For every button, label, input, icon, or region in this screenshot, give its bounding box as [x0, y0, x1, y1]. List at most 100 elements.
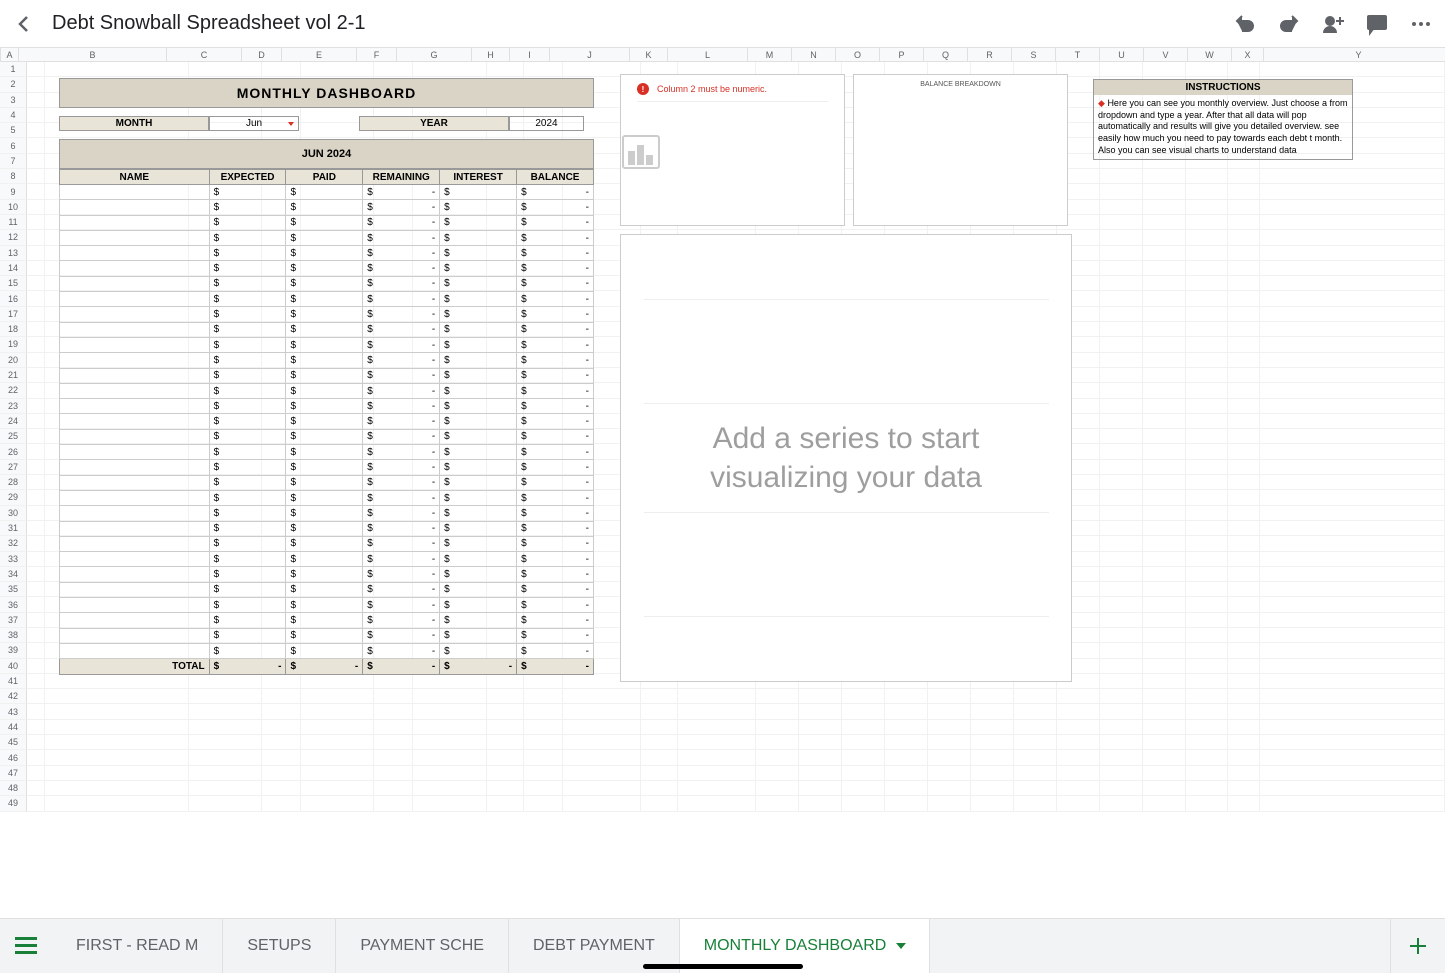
row-header[interactable]: 27 [0, 460, 27, 475]
more-icon[interactable] [1409, 12, 1433, 36]
row-header[interactable]: 17 [0, 307, 27, 322]
back-icon[interactable] [12, 12, 36, 36]
column-header[interactable]: I [510, 48, 550, 61]
row-header[interactable]: 37 [0, 613, 27, 628]
redo-icon[interactable] [1277, 12, 1301, 36]
table-row[interactable]: $$$-$$- [60, 552, 594, 567]
table-row[interactable]: $$$-$$- [60, 322, 594, 337]
row-header[interactable]: 22 [0, 383, 27, 398]
table-row[interactable]: $$$-$$- [60, 246, 594, 261]
table-row[interactable]: $$$-$$- [60, 582, 594, 597]
row-header[interactable]: 48 [0, 781, 27, 796]
table-row[interactable]: $$$-$$- [60, 215, 594, 230]
table-row[interactable]: $$$-$$- [60, 368, 594, 383]
row-header[interactable]: 41 [0, 674, 27, 689]
column-header[interactable]: Q [924, 48, 968, 61]
table-row[interactable]: $$$-$$- [60, 337, 594, 352]
row-header[interactable]: 33 [0, 552, 27, 567]
row-header[interactable]: 43 [0, 704, 27, 719]
row-header[interactable]: 34 [0, 567, 27, 582]
table-row[interactable]: $$$-$$- [60, 200, 594, 215]
table-row[interactable]: $$$-$$- [60, 230, 594, 245]
row-header[interactable]: 42 [0, 689, 27, 704]
share-icon[interactable] [1321, 12, 1345, 36]
column-header[interactable]: P [880, 48, 924, 61]
column-header[interactable]: F [357, 48, 397, 61]
row-header[interactable]: 5 [0, 123, 27, 138]
table-row[interactable]: $$$-$$- [60, 399, 594, 414]
row-header[interactable]: 32 [0, 536, 27, 551]
balance-breakdown-chart[interactable]: BALANCE BREAKDOWN [853, 74, 1068, 226]
row-header[interactable]: 38 [0, 628, 27, 643]
column-header[interactable]: R [968, 48, 1012, 61]
row-header[interactable]: 21 [0, 368, 27, 383]
column-header[interactable]: H [472, 48, 510, 61]
column-header[interactable]: B [19, 48, 167, 61]
column-header[interactable]: D [242, 48, 282, 61]
row-header[interactable]: 49 [0, 796, 27, 811]
row-header[interactable]: 23 [0, 399, 27, 414]
sheet-tab[interactable]: SETUPS [223, 919, 336, 973]
comment-icon[interactable] [1365, 12, 1389, 36]
table-row[interactable]: $$$-$$- [60, 598, 594, 613]
table-row[interactable]: $$$-$$- [60, 261, 594, 276]
column-header[interactable]: Y [1264, 48, 1445, 61]
column-header[interactable]: S [1012, 48, 1056, 61]
table-row[interactable]: $$$-$$- [60, 567, 594, 582]
row-header[interactable]: 36 [0, 597, 27, 612]
table-row[interactable]: $$$-$$- [60, 613, 594, 628]
column-header[interactable]: W [1188, 48, 1232, 61]
sheet-tab[interactable]: FIRST - READ M [52, 919, 223, 973]
column-header[interactable]: O [836, 48, 880, 61]
undo-icon[interactable] [1233, 12, 1257, 36]
row-header[interactable]: 29 [0, 490, 27, 505]
table-row[interactable]: $$$-$$- [60, 353, 594, 368]
column-header[interactable]: N [792, 48, 836, 61]
row-header[interactable]: 26 [0, 444, 27, 459]
table-row[interactable]: $$$-$$- [60, 475, 594, 490]
dashboard-table[interactable]: NAMEEXPECTEDPAIDREMAININGINTERESTBALANCE… [59, 169, 594, 675]
row-header[interactable]: 30 [0, 506, 27, 521]
row-header[interactable]: 14 [0, 261, 27, 276]
table-row[interactable]: $$$-$$- [60, 460, 594, 475]
row-header[interactable]: 20 [0, 353, 27, 368]
table-row[interactable]: $$$-$$- [60, 490, 594, 505]
table-row[interactable]: $$$-$$- [60, 643, 594, 658]
column-header[interactable]: M [748, 48, 792, 61]
row-header[interactable]: 31 [0, 521, 27, 536]
table-row[interactable]: $$$-$$- [60, 536, 594, 551]
row-header[interactable]: 47 [0, 766, 27, 781]
column-header[interactable]: G [397, 48, 472, 61]
column-header[interactable]: U [1100, 48, 1144, 61]
add-sheet-button[interactable] [1390, 919, 1445, 973]
row-header[interactable]: 13 [0, 246, 27, 261]
row-header[interactable]: 46 [0, 750, 27, 765]
table-row[interactable]: $$$-$$- [60, 414, 594, 429]
row-header[interactable]: 7 [0, 154, 27, 169]
row-header[interactable]: 9 [0, 184, 27, 199]
row-header[interactable]: 6 [0, 138, 27, 153]
month-dropdown[interactable]: Jun [209, 116, 299, 131]
row-header[interactable]: 44 [0, 720, 27, 735]
column-header[interactable]: V [1144, 48, 1188, 61]
empty-chart[interactable]: Add a series to startvisualizing your da… [620, 234, 1072, 682]
row-header[interactable]: 45 [0, 735, 27, 750]
table-row[interactable]: $$$-$$- [60, 628, 594, 643]
table-row[interactable]: $$$-$$- [60, 521, 594, 536]
all-sheets-button[interactable] [0, 937, 52, 955]
chart-error-box[interactable]: ! Column 2 must be numeric. [620, 74, 845, 226]
table-row[interactable]: $$$-$$- [60, 292, 594, 307]
column-header[interactable]: K [630, 48, 668, 61]
row-header[interactable]: 1 [0, 62, 27, 77]
row-header[interactable]: 40 [0, 659, 27, 674]
table-row[interactable]: $$$-$$- [60, 506, 594, 521]
table-row[interactable]: $$$-$$- [60, 445, 594, 460]
row-header[interactable]: 3 [0, 93, 27, 108]
row-header[interactable]: 28 [0, 475, 27, 490]
row-header[interactable]: 39 [0, 643, 27, 658]
row-header[interactable]: 2 [0, 77, 27, 92]
row-header[interactable]: 15 [0, 276, 27, 291]
row-header[interactable]: 12 [0, 230, 27, 245]
row-header[interactable]: 25 [0, 429, 27, 444]
row-header[interactable]: 18 [0, 322, 27, 337]
